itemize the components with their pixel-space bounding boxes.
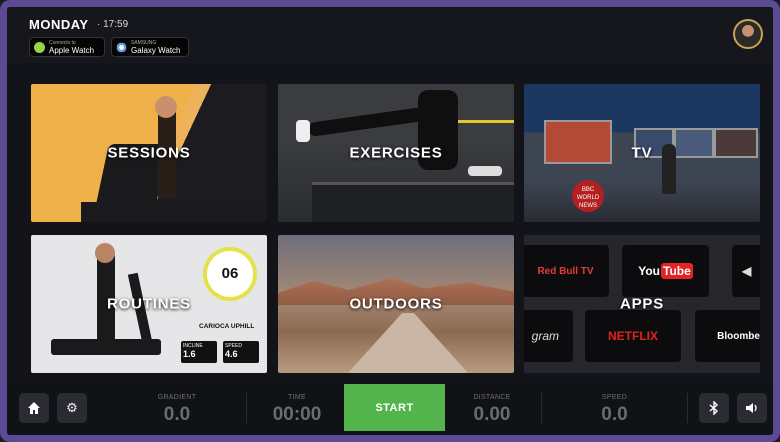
divider xyxy=(246,393,247,423)
tile-routines[interactable]: 06 CARIOCA UPHILL INCLINE 1.6 SPEED 4.6 … xyxy=(31,235,267,373)
apple-watch-label: Apple Watch xyxy=(49,45,95,55)
runner-shoe-1 xyxy=(296,120,310,142)
samsung-label: Galaxy Watch xyxy=(131,45,181,55)
runner-shoe-2 xyxy=(468,166,502,176)
tile-apps[interactable]: Red Bull TV You Tube ◀ gram NETFLIX Bloom… xyxy=(524,235,760,373)
tile-tv[interactable]: BBC WORLD NEWS TV xyxy=(524,84,760,222)
instructor-head xyxy=(155,96,177,118)
app-redbull-tv[interactable]: Red Bull TV xyxy=(524,245,609,297)
tile-exercises[interactable]: EXERCISES xyxy=(278,84,514,222)
tile-exercises-label: EXERCISES xyxy=(349,144,443,162)
tile-sessions-label: SESSIONS xyxy=(107,144,191,162)
start-button[interactable]: START xyxy=(344,384,445,431)
treadmill-deck xyxy=(312,182,514,222)
apple-watch-icon xyxy=(34,41,45,53)
tile-apps-label: APPS xyxy=(619,295,665,313)
settings-button[interactable]: ⚙ xyxy=(57,393,87,423)
user-avatar[interactable] xyxy=(733,19,763,49)
gradient-label: GRADIENT xyxy=(157,394,197,401)
app-partial-icon[interactable]: ◀ xyxy=(732,245,760,297)
apple-watch-text: Connects to Apple Watch xyxy=(49,40,94,55)
distance-value: 0.00 xyxy=(473,404,511,425)
tile-outdoors[interactable]: OUTDOORS xyxy=(278,235,514,373)
divider xyxy=(541,393,542,423)
time-value: 00:00 xyxy=(272,404,322,425)
routine-name: CARIOCA UPHILL xyxy=(199,323,255,330)
routine-stat-incline: INCLINE 1.6 xyxy=(181,341,217,363)
routine-stat-speed: SPEED 4.6 xyxy=(223,341,259,363)
bbc-news-logo: BBC WORLD NEWS xyxy=(572,180,604,212)
divider xyxy=(687,393,688,423)
home-icon xyxy=(28,402,40,414)
metric-distance: DISTANCE 0.00 xyxy=(447,385,537,431)
samsung-watch-text: SAMSUNG Galaxy Watch xyxy=(131,40,181,55)
incline-value: 1.6 xyxy=(183,349,196,359)
volume-button[interactable] xyxy=(737,393,767,423)
youtube-you: You xyxy=(638,264,660,278)
app-window: MONDAY 17:59 Connects to Apple Watch SAM… xyxy=(0,0,780,442)
metric-time: TIME 00:00 xyxy=(252,385,342,431)
time-label: TIME xyxy=(288,394,306,401)
app-instagram[interactable]: gram xyxy=(524,310,573,362)
home-button[interactable] xyxy=(19,393,49,423)
top-bar: MONDAY 17:59 Connects to Apple Watch SAM… xyxy=(7,7,773,63)
road xyxy=(348,313,468,373)
youtube-tube: Tube xyxy=(661,263,693,279)
metric-speed: SPEED 0.0 xyxy=(552,385,677,431)
trainer-head xyxy=(95,243,115,263)
tile-sessions[interactable]: SESSIONS xyxy=(31,84,267,222)
tile-routines-label: ROUTINES xyxy=(107,295,191,313)
clock: 17:59 xyxy=(97,19,128,30)
tile-outdoors-label: OUTDOORS xyxy=(349,295,443,313)
distance-label: DISTANCE xyxy=(473,394,511,401)
app-youtube[interactable]: You Tube xyxy=(622,245,709,297)
tile-tv-label: TV xyxy=(631,144,653,162)
routine-number-ring: 06 xyxy=(203,247,257,301)
samsung-watch-badge[interactable]: SAMSUNG Galaxy Watch xyxy=(111,37,189,57)
metric-gradient: GRADIENT 0.0 xyxy=(117,385,237,431)
day-label: MONDAY xyxy=(29,17,89,32)
gradient-value: 0.0 xyxy=(163,404,191,425)
volume-icon xyxy=(746,403,757,413)
app-netflix[interactable]: NETFLIX xyxy=(585,310,681,362)
speed-metric-label: SPEED xyxy=(601,394,628,401)
app-bloomberg[interactable]: Bloombe xyxy=(695,310,760,362)
bluetooth-icon xyxy=(709,401,719,415)
apple-watch-badge[interactable]: Connects to Apple Watch xyxy=(29,37,105,57)
speed-value: 4.6 xyxy=(225,349,238,359)
treadmill-base xyxy=(81,202,267,222)
gear-icon: ⚙ xyxy=(66,400,78,415)
speed-metric-value: 0.0 xyxy=(601,404,628,425)
samsung-watch-icon xyxy=(116,41,127,53)
bluetooth-button[interactable] xyxy=(699,393,729,423)
bottom-bar: ⚙ GRADIENT 0.0 TIME 00:00 START DISTANCE… xyxy=(7,384,773,435)
